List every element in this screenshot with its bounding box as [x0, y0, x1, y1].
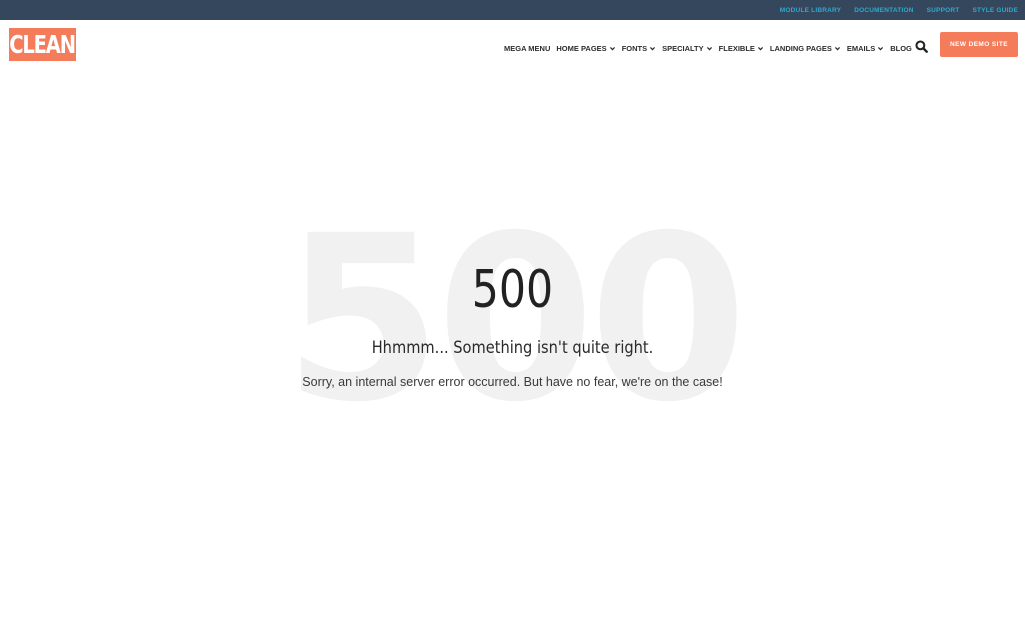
main-nav: MEGA MENU HOME PAGES FONTS SPECIALTY FLE… — [504, 42, 918, 54]
nav-item-fonts[interactable]: FONTS — [622, 44, 656, 53]
nav-item-label: EMAILS — [846, 43, 876, 53]
nav-item-label: LANDING PAGES — [769, 43, 832, 53]
new-demo-site-button[interactable]: NEW DEMO SITE — [940, 32, 1018, 57]
nav-item-flexible[interactable]: FLEXIBLE — [719, 44, 764, 53]
error-code: 500 — [471, 260, 554, 320]
module-library-link[interactable]: MODULE LIBRARY — [780, 7, 841, 14]
chevron-down-icon — [878, 46, 884, 50]
site-logo[interactable]: CLEAN — [9, 28, 76, 61]
nav-item-label: FLEXIBLE — [718, 43, 755, 53]
utility-bar: MODULE LIBRARY DOCUMENTATION SUPPORT STY… — [0, 0, 1025, 20]
documentation-link[interactable]: DOCUMENTATION — [854, 7, 913, 14]
nav-item-label: SPECIALTY — [662, 43, 704, 53]
nav-item-label: FONTS — [621, 43, 648, 53]
error-headline: Hhmmm... Something isn't quite right. — [371, 338, 654, 358]
error-message: Sorry, an internal server error occurred… — [302, 375, 723, 389]
logo-text: CLEAN — [9, 30, 77, 59]
nav-item-home-pages[interactable]: HOME PAGES — [556, 44, 615, 53]
nav-item-mega-menu[interactable]: MEGA MENU — [504, 44, 550, 53]
nav-item-specialty[interactable]: SPECIALTY — [662, 44, 713, 53]
nav-item-label: HOME PAGES — [556, 43, 607, 53]
chevron-down-icon — [757, 46, 763, 50]
nav-item-blog[interactable]: BLOG — [890, 44, 912, 53]
search-button[interactable] — [913, 38, 929, 54]
chevron-down-icon — [834, 46, 840, 50]
support-link[interactable]: SUPPORT — [927, 7, 960, 14]
nav-item-label: BLOG — [890, 43, 912, 53]
nav-item-label: MEGA MENU — [504, 43, 551, 53]
chevron-down-icon — [706, 46, 712, 50]
nav-item-landing-pages[interactable]: LANDING PAGES — [770, 44, 841, 53]
chevron-down-icon — [650, 46, 656, 50]
site-header: CLEAN MEGA MENU HOME PAGES FONTS SPECIAL… — [0, 20, 1025, 72]
style-guide-link[interactable]: STYLE GUIDE — [972, 7, 1018, 14]
search-icon — [914, 39, 928, 53]
chevron-down-icon — [609, 46, 615, 50]
nav-item-emails[interactable]: EMAILS — [847, 44, 884, 53]
